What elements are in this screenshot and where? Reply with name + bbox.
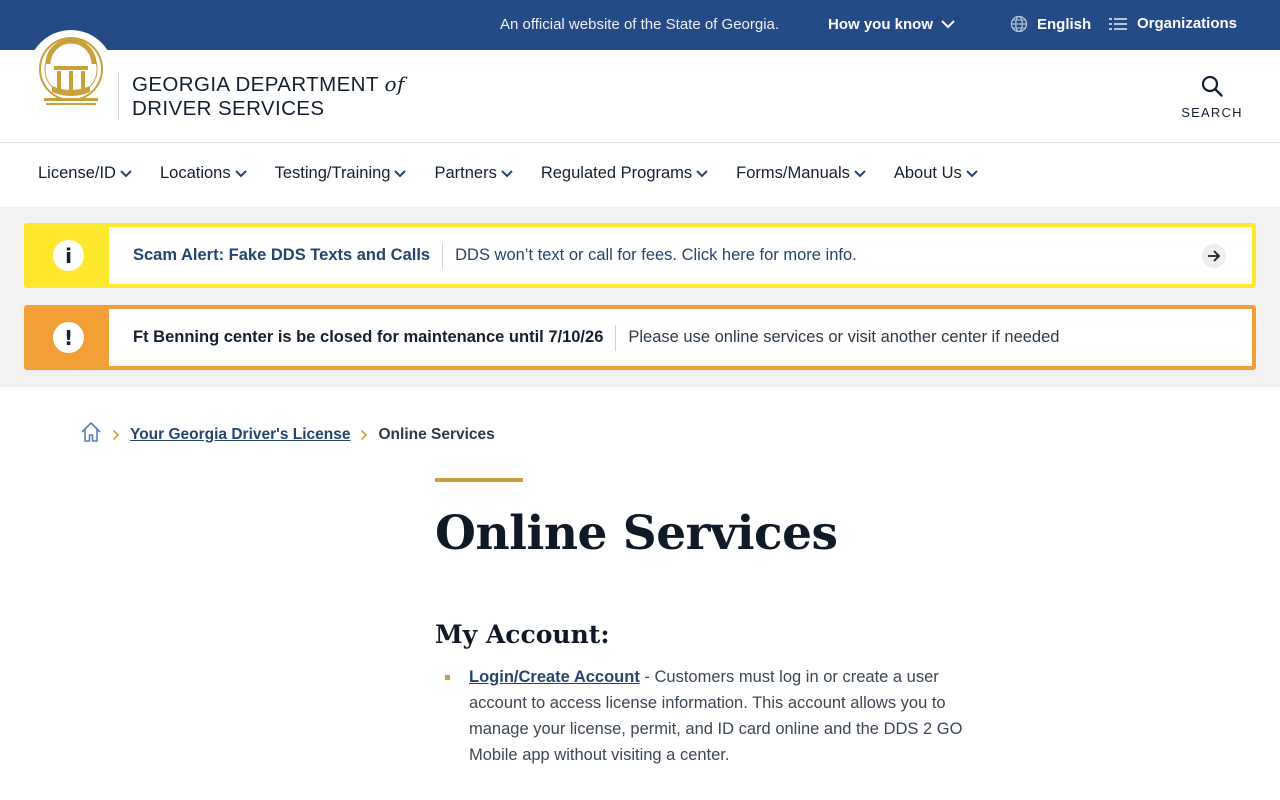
- seal-icon: [39, 37, 103, 105]
- scam-alert-banner[interactable]: i Scam Alert: Fake DDS Texts and Calls D…: [24, 223, 1256, 288]
- nav-item-label: Locations: [159, 164, 231, 182]
- exclamation-icon: !: [53, 322, 84, 353]
- georgia-seal-logo[interactable]: [28, 30, 114, 116]
- title-accent-bar: [435, 478, 523, 482]
- alert-divider: [442, 242, 444, 269]
- nav-item-label: Regulated Programs: [540, 164, 693, 182]
- list-item: Login/Create Account - Customers must lo…: [445, 664, 965, 768]
- agency-name-line1: GEORGIA DEPARTMENT: [132, 73, 379, 96]
- nav-item-forms-manuals[interactable]: Forms/Manuals: [736, 164, 866, 183]
- chevron-down-icon: [234, 169, 247, 177]
- main-navigation: License/ID Locations Testing/Training Pa…: [0, 143, 1280, 207]
- chevron-down-icon: [941, 20, 955, 29]
- info-icon: i: [53, 240, 84, 271]
- chevron-down-icon: [394, 169, 407, 177]
- language-label: English: [1037, 15, 1092, 33]
- breadcrumb-current: Online Services: [378, 425, 495, 443]
- nav-item-locations[interactable]: Locations: [160, 164, 247, 183]
- login-create-account-link[interactable]: Login/Create Account: [469, 668, 640, 686]
- alert-title: Ft Benning center is be closed for maint…: [133, 328, 604, 346]
- chevron-down-icon: [120, 169, 132, 177]
- search-label: SEARCH: [1181, 105, 1243, 120]
- nav-item-label: Partners: [434, 164, 497, 182]
- site-header: GEORGIA DEPARTMENT of DRIVER SERVICES SE…: [0, 30, 1280, 143]
- nav-item-partners[interactable]: Partners: [434, 164, 513, 183]
- alert-icon-box: i: [28, 227, 109, 284]
- how-you-know-label: How you know: [828, 16, 933, 33]
- alerts-region: i Scam Alert: Fake DDS Texts and Calls D…: [0, 207, 1280, 387]
- search-icon: [1201, 75, 1223, 97]
- nav-item-label: Testing/Training: [274, 164, 391, 182]
- agency-name-of: of: [384, 72, 405, 96]
- page-title: Online Services: [435, 506, 838, 561]
- arrow-right-icon[interactable]: [1202, 244, 1226, 268]
- search-button[interactable]: SEARCH: [1176, 74, 1248, 120]
- breadcrumb-link-drivers-license[interactable]: Your Georgia Driver's License: [130, 426, 350, 444]
- nav-item-label: License/ID: [38, 164, 116, 182]
- official-banner: An official website of the State of Geor…: [0, 0, 1280, 50]
- agency-name-line2: DRIVER SERVICES: [132, 97, 325, 120]
- nav-item-about-us[interactable]: About Us: [894, 164, 978, 183]
- alert-description: DDS won’t text or call for fees. Click h…: [455, 246, 857, 264]
- alert-divider: [615, 324, 617, 351]
- brand-divider: [118, 72, 119, 120]
- chevron-down-icon: [966, 169, 978, 177]
- alert-icon-box: !: [28, 309, 109, 366]
- alert-title: Scam Alert: Fake DDS Texts and Calls: [133, 246, 431, 264]
- organizations-link[interactable]: Organizations: [1108, 15, 1237, 32]
- chevron-down-icon: [501, 169, 513, 177]
- chevron-down-icon: [854, 169, 866, 177]
- globe-icon: [1010, 15, 1028, 33]
- chevron-right-icon: [360, 429, 368, 441]
- nav-item-regulated-programs[interactable]: Regulated Programs: [541, 164, 708, 183]
- bullet-square-icon: [445, 675, 450, 680]
- chevron-right-icon: [112, 429, 120, 441]
- home-icon[interactable]: [80, 421, 102, 448]
- nav-item-testing-training[interactable]: Testing/Training: [275, 164, 407, 183]
- alert-description: Please use online services or visit anot…: [628, 328, 1060, 346]
- how-you-know-toggle[interactable]: How you know: [828, 16, 955, 33]
- agency-name[interactable]: GEORGIA DEPARTMENT of DRIVER SERVICES: [132, 72, 405, 121]
- list-icon: [1109, 17, 1127, 30]
- organizations-label: Organizations: [1137, 15, 1238, 32]
- breadcrumb: Your Georgia Driver's License Online Ser…: [80, 421, 495, 448]
- language-selector[interactable]: English: [1010, 15, 1091, 33]
- nav-item-label: Forms/Manuals: [736, 164, 850, 182]
- official-site-text: An official website of the State of Geor…: [500, 16, 780, 33]
- my-account-list: Login/Create Account - Customers must lo…: [445, 664, 965, 768]
- nav-item-label: About Us: [893, 164, 962, 182]
- chevron-down-icon: [696, 169, 708, 177]
- section-title-my-account: My Account:: [435, 620, 610, 649]
- nav-item-license-id[interactable]: License/ID: [38, 164, 132, 183]
- closure-alert-banner: ! Ft Benning center is be closed for mai…: [24, 305, 1256, 370]
